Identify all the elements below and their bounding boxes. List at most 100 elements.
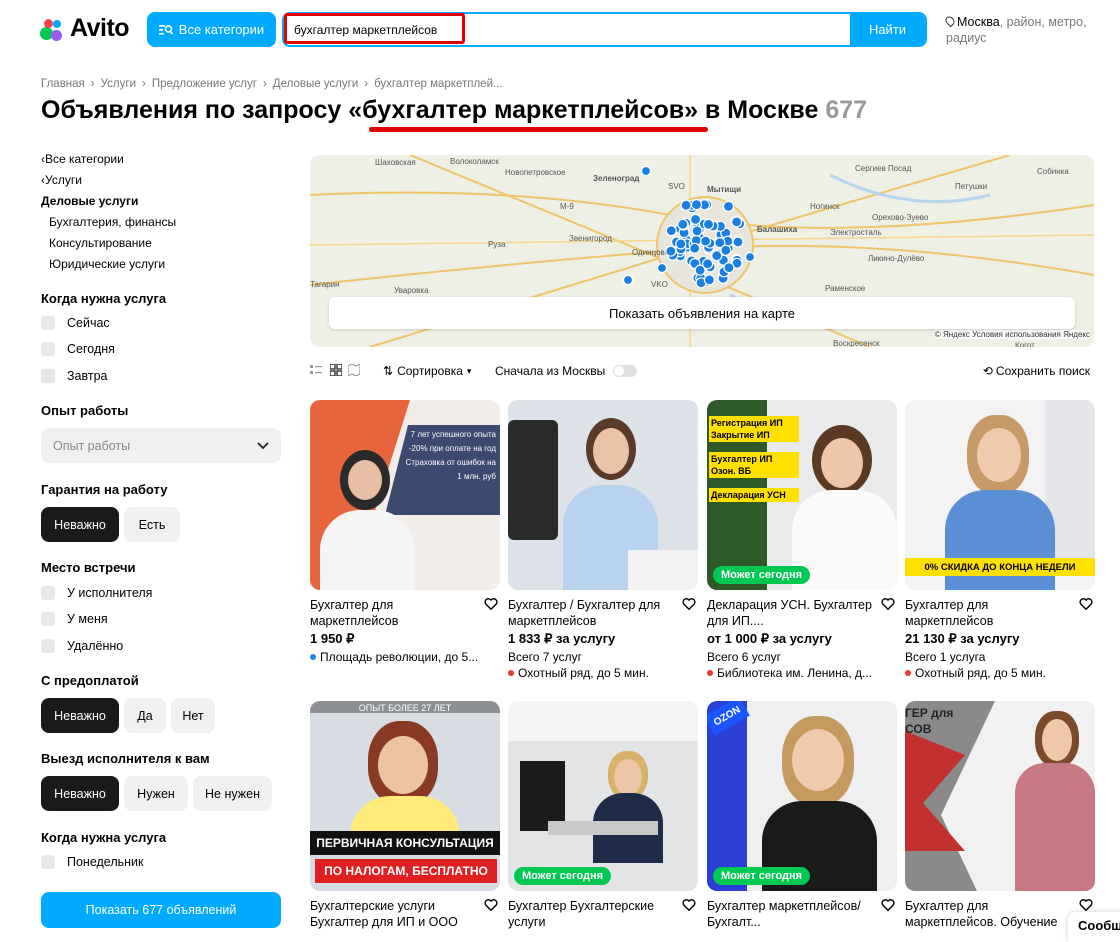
checkbox[interactable] (41, 369, 55, 383)
metro-dot-icon (707, 670, 713, 676)
map-pin (675, 238, 687, 250)
listing-image[interactable]: 0% СКИДКА ДО КОНЦА НЕДЕЛИ (905, 400, 1095, 590)
prepay-no[interactable]: Нет (171, 698, 215, 733)
heart-icon[interactable] (1079, 898, 1093, 912)
page-title: Объявления по запросу «бухгалтер маркетп… (41, 96, 867, 125)
listing-card[interactable]: OZON Может сегодня Бухгалтер маркетплейс… (707, 701, 897, 929)
toggle-switch[interactable] (613, 365, 638, 377)
guarantee-any[interactable]: Неважно (41, 507, 119, 542)
show-on-map-button[interactable]: Показать объявления на карте (329, 297, 1075, 329)
checkbox[interactable] (41, 855, 55, 869)
listing-image[interactable]: OZON Может сегодня (707, 701, 897, 891)
checkbox[interactable] (41, 586, 55, 600)
prepay-any[interactable]: Неважно (41, 698, 119, 733)
heart-icon[interactable] (881, 597, 895, 611)
breadcrumb-sep: › (90, 78, 95, 90)
listing-location: Библиотека им. Ленина, д... (707, 666, 872, 680)
listing-title[interactable]: Бухгалтер / Бухгалтер для маркетплейсов (508, 597, 680, 629)
map-view-icon[interactable] (348, 364, 360, 376)
checkbox-now[interactable]: Сейчас (41, 316, 110, 330)
sidebar-subcat[interactable]: Юридические услуги (49, 257, 165, 271)
breadcrumb-item[interactable]: Услуги (101, 78, 136, 90)
place-title: Место встречи (41, 560, 136, 575)
listing-image[interactable]: 7 лет успешного опыта -20% при оплате на… (310, 400, 500, 590)
heart-icon[interactable] (682, 597, 696, 611)
checkbox-today[interactable]: Сегодня (41, 342, 115, 356)
listing-card[interactable]: 7 лет успешного опыта -20% при оплате на… (310, 400, 500, 664)
checkbox-monday[interactable]: Понедельник (41, 855, 144, 869)
chevron-down-icon: ▾ (466, 365, 472, 376)
experience-select[interactable]: Опыт работы (41, 428, 281, 463)
listing-card[interactable]: 0% СКИДКА ДО КОНЦА НЕДЕЛИ Бухгалтер для … (905, 400, 1095, 680)
location-selector[interactable]: Москва, район, метро, радиус (943, 14, 1106, 46)
listing-card[interactable]: Может сегодня Бухгалтер Бухгалтерские ус… (508, 701, 698, 929)
listing-image[interactable]: Может сегодня (508, 701, 698, 891)
sidebar-subcat[interactable]: Бухгалтерия, финансы (49, 215, 176, 229)
checkbox[interactable] (41, 639, 55, 653)
experience-placeholder: Опыт работы (53, 438, 131, 453)
visit-any[interactable]: Неважно (41, 776, 119, 811)
heart-icon[interactable] (484, 597, 498, 611)
prepay-yes[interactable]: Да (124, 698, 166, 733)
listing-title[interactable]: Бухгалтер для маркетплейсов (310, 597, 482, 629)
save-search-button[interactable]: ⟲ Сохранить поиск (983, 364, 1090, 378)
visit-needed[interactable]: Нужен (124, 776, 188, 811)
guarantee-segment: Неважно Есть (41, 507, 180, 542)
moscow-first-toggle[interactable]: Сначала из Москвы (495, 364, 638, 378)
categories-search-icon (158, 24, 173, 35)
checkbox-remote[interactable]: Удалённо (41, 639, 123, 653)
listing-title[interactable]: Бухгалтер Бухгалтерские услуги (508, 898, 680, 930)
list-view-icon[interactable] (310, 364, 322, 376)
all-categories-button[interactable]: Все категории (147, 12, 276, 47)
heart-icon[interactable] (484, 898, 498, 912)
search-bar: Найти (282, 12, 927, 47)
guarantee-yes[interactable]: Есть (124, 507, 180, 542)
prepay-segment: Неважно Да Нет (41, 698, 215, 733)
listing-title[interactable]: Декларация УСН. Бухгалтер для ИП.... (707, 597, 879, 629)
sidebar-subcat[interactable]: Консультирование (49, 236, 152, 250)
heart-icon[interactable] (881, 898, 895, 912)
sidebar-all-categories[interactable]: ‹Все категории (41, 152, 124, 166)
map-pin (744, 251, 756, 263)
map-pin (689, 242, 701, 254)
checkbox[interactable] (41, 316, 55, 330)
checkbox-at-me[interactable]: У меня (41, 612, 108, 626)
listing-title[interactable]: Бухгалтер для маркетплейсов (905, 597, 1077, 629)
listing-title[interactable]: Бухгалтер для маркетплейсов. Обучение (905, 898, 1077, 930)
breadcrumb-item[interactable]: Главная (41, 78, 85, 90)
listing-image[interactable]: ГЕР для СОВ (905, 701, 1095, 891)
heart-icon[interactable] (1079, 597, 1093, 611)
listing-image[interactable]: Регистрация ИП Закрытие ИП Бухгалтер ИП Оз… (707, 400, 897, 590)
listing-card[interactable]: ГЕР для СОВ Бухгалтер для маркетплейсов.… (905, 701, 1095, 929)
search-button[interactable]: Найти (850, 14, 925, 45)
sidebar-services[interactable]: ‹Услуги (41, 173, 82, 187)
listing-title[interactable]: Бухгалтерские услуги Бухгалтер для ИП и … (310, 898, 482, 930)
checkbox[interactable] (41, 612, 55, 626)
listing-image[interactable] (508, 400, 698, 590)
checkbox[interactable] (41, 342, 55, 356)
visit-not-needed[interactable]: Не нужен (193, 776, 272, 811)
listing-card[interactable]: Регистрация ИП Закрытие ИП Бухгалтер ИП Оз… (707, 400, 897, 680)
checkbox-tomorrow[interactable]: Завтра (41, 369, 108, 383)
breadcrumb-item[interactable]: Предложение услуг (152, 78, 257, 90)
chevron-down-icon (257, 441, 269, 449)
sidebar-services-label: Услуги (45, 173, 82, 187)
breadcrumb-item[interactable]: Деловые услуги (273, 78, 358, 90)
search-input[interactable] (284, 14, 850, 45)
messages-button[interactable]: Сообщ (1068, 912, 1120, 942)
avito-logo[interactable]: Avito (40, 14, 130, 43)
metro-dot-icon (310, 654, 316, 660)
map-pin (720, 244, 732, 256)
listing-image-text: 0% СКИДКА ДО КОНЦА НЕДЕЛИ (905, 558, 1095, 576)
sidebar-business[interactable]: Деловые услуги (41, 194, 138, 208)
listing-title[interactable]: Бухгалтер маркетплейсов/Бухгалт... (707, 898, 879, 930)
listing-card[interactable]: Бухгалтер / Бухгалтер для маркетплейсов … (508, 400, 698, 680)
sort-button[interactable]: ⇅ Сортировка ▾ (383, 364, 471, 378)
listing-image[interactable]: ОПЫТ БОЛЕЕ 27 ЛЕТ ПЕРВИЧНАЯ КОНСУЛЬТАЦИЯ… (310, 701, 500, 891)
grid-view-icon[interactable] (330, 364, 342, 376)
heart-icon[interactable] (682, 898, 696, 912)
checkbox-at-provider[interactable]: У исполнителя (41, 586, 152, 600)
map-preview[interactable]: Шаховская Волоколамск Новопетровское Зел… (310, 155, 1094, 347)
show-results-button[interactable]: Показать 677 объявлений (41, 892, 281, 928)
listing-card[interactable]: ОПЫТ БОЛЕЕ 27 ЛЕТ ПЕРВИЧНАЯ КОНСУЛЬТАЦИЯ… (310, 701, 500, 929)
